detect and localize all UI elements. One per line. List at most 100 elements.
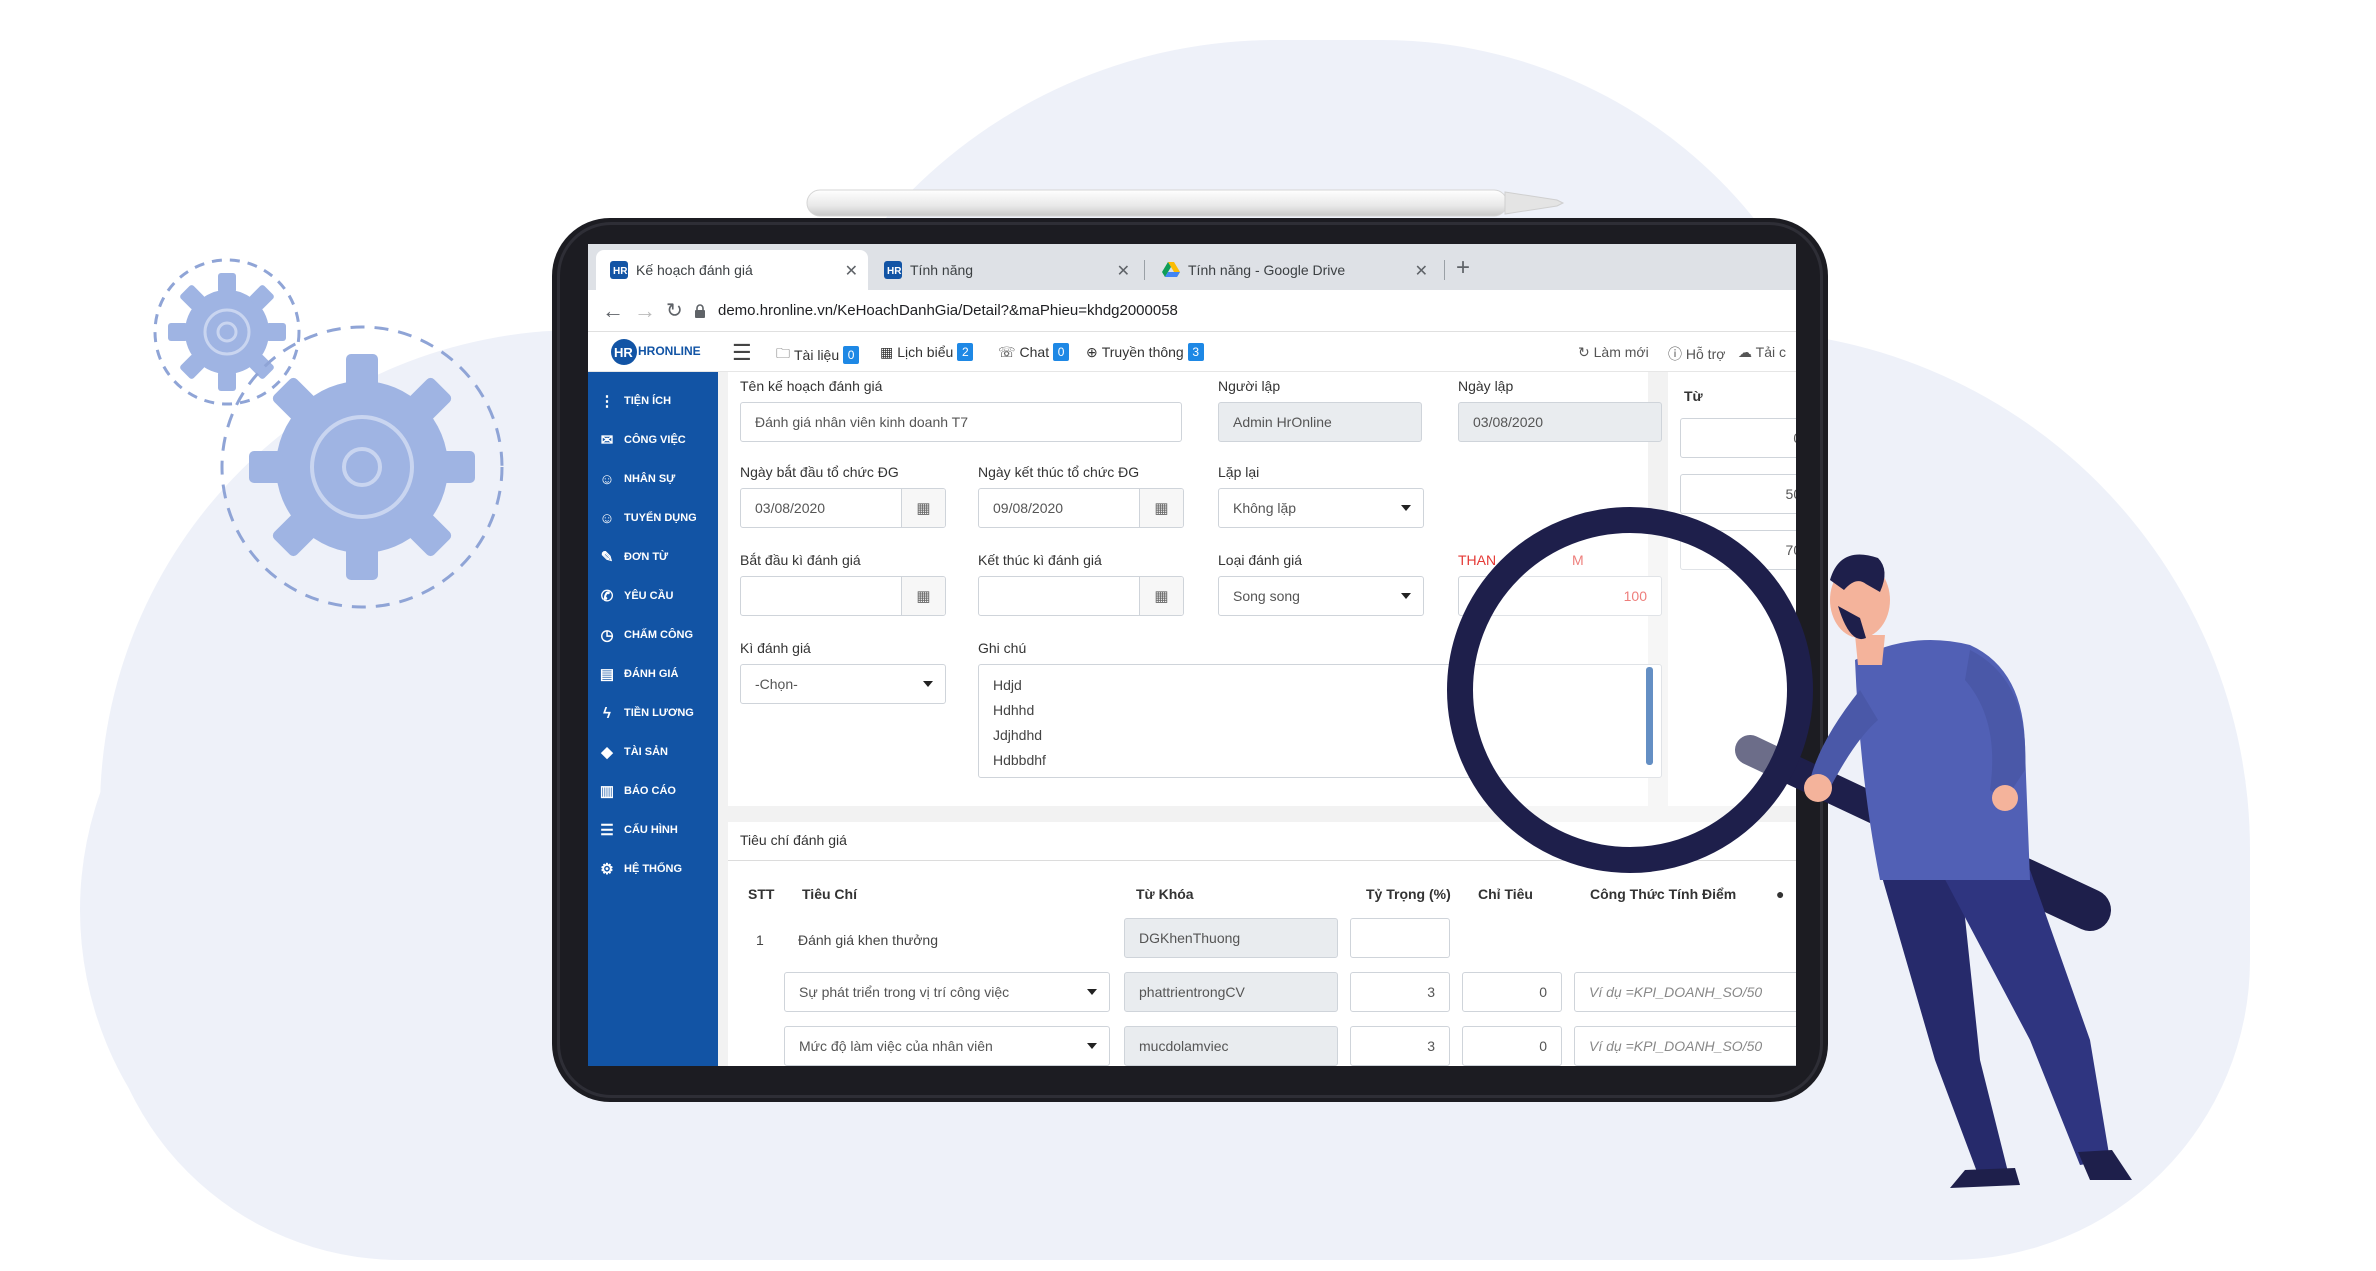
row-criterion: Đánh giá khen thưởng — [798, 932, 938, 948]
hronline-favicon-icon: HR — [884, 261, 902, 279]
calendar-icon[interactable]: ▦ — [1139, 577, 1183, 615]
sidebar-item-label: CẤU HÌNH — [624, 824, 678, 836]
hronline-logo[interactable]: HR HRONLINE — [610, 338, 702, 366]
chevron-down-icon — [1401, 593, 1411, 599]
user-icon: ☺ — [599, 470, 615, 488]
logo-text: HRONLINE — [638, 344, 701, 358]
sidebar-item-utilities[interactable]: ⋮ TIỆN ÍCH — [598, 386, 672, 416]
eval-type-select[interactable]: Song song — [1218, 576, 1424, 616]
chevron-down-icon — [1087, 989, 1097, 995]
target-input[interactable]: 0 — [1462, 972, 1562, 1012]
nav-label: Tài liệu — [794, 347, 840, 363]
end-date-input[interactable]: 09/08/2020 ▦ — [978, 488, 1184, 528]
stylus-pen — [805, 186, 1570, 220]
target-input[interactable]: 0 — [1462, 1026, 1562, 1066]
keyword-field: phattrientrongCV — [1124, 972, 1338, 1012]
refresh-label: Làm mới — [1593, 344, 1649, 360]
criterion-select[interactable]: Mức độ làm việc của nhân viên — [784, 1026, 1110, 1066]
app-header: HR HRONLINE ☰ 🗀 Tài liệu 0 ▦ Lịch biểu 2… — [588, 332, 1796, 372]
close-icon[interactable]: ✕ — [1117, 261, 1130, 281]
refresh-button[interactable]: ↻ Làm mới — [1578, 344, 1649, 361]
clock-icon: ◷ — [600, 627, 614, 644]
reload-icon[interactable]: ↻ — [666, 298, 683, 323]
start-date-input[interactable]: 03/08/2020 ▦ — [740, 488, 946, 528]
weight-input[interactable]: 3 — [1350, 1026, 1450, 1066]
period-end-input[interactable]: ▦ — [978, 576, 1184, 616]
dots-vertical-icon: ⋮ — [599, 393, 615, 410]
chevron-down-icon — [1401, 505, 1411, 511]
support-button[interactable]: ⓘ Hỗ trợ — [1668, 344, 1725, 364]
cloud-icon: ☁ — [1738, 344, 1752, 360]
close-icon[interactable]: ✕ — [1415, 261, 1428, 281]
calendar-icon[interactable]: ▦ — [901, 577, 945, 615]
keyword-field: DGKhenThuong — [1124, 918, 1338, 958]
period-end-label: Kết thúc kì đánh giá — [978, 552, 1102, 568]
weight-input[interactable]: 3 — [1350, 972, 1450, 1012]
created-date-label: Ngày lập — [1458, 378, 1514, 394]
browser-tab-active[interactable]: HR Kế hoạch đánh giá ✕ — [596, 250, 868, 290]
nav-media[interactable]: ⊕ Truyền thông 3 — [1086, 343, 1204, 361]
tab-title: Tính năng — [910, 262, 974, 278]
column-header-criterion: Tiêu Chí — [802, 886, 857, 902]
browser-tab[interactable]: Tính năng - Google Drive ✕ — [1148, 250, 1438, 290]
repeat-select[interactable]: Không lặp — [1218, 488, 1424, 528]
keyword-field: mucdolamviec — [1124, 1026, 1338, 1066]
count-badge: 3 — [1187, 343, 1204, 361]
browser-tab-bar: HR Kế hoạch đánh giá ✕ HR Tính năng ✕ Tí… — [588, 244, 1796, 290]
column-header-stt: STT — [748, 886, 775, 902]
nav-chat[interactable]: ☏ Chat 0 — [998, 343, 1070, 361]
sidebar-item-config[interactable]: ☰ CẤU HÌNH — [598, 815, 678, 845]
chart-icon: ▥ — [599, 783, 615, 800]
sidebar-item-forms[interactable]: ✎ ĐƠN TỪ — [598, 542, 668, 572]
edit-icon: ✎ — [600, 549, 614, 566]
sidebar-item-evaluation[interactable]: ▤ ĐÁNH GIÁ — [598, 659, 678, 689]
creator-label: Người lập — [1218, 378, 1281, 394]
download-button[interactable]: ☁ Tải c — [1738, 344, 1786, 361]
criterion-value: Mức độ làm việc của nhân viên — [799, 1038, 993, 1054]
sidebar-item-label: YÊU CẦU — [624, 590, 674, 602]
browser-tab[interactable]: HR Tính năng ✕ — [870, 250, 1140, 290]
sidebar-item-staff[interactable]: ☺ NHÂN SỰ — [598, 464, 675, 494]
large-gear-icon — [215, 320, 510, 615]
url-input[interactable]: demo.hronline.vn/KeHoachDanhGia/Detail?&… — [718, 302, 1178, 319]
period-select[interactable]: -Chọn- — [740, 664, 946, 704]
sidebar-item-timekeeping[interactable]: ◷ CHẤM CÔNG — [598, 620, 693, 650]
calendar-icon[interactable]: ▦ — [901, 489, 945, 527]
nav-schedule[interactable]: ▦ Lịch biểu 2 — [880, 343, 974, 361]
sidebar-item-salary[interactable]: ϟ TIỀN LƯƠNG — [598, 698, 694, 728]
download-label: Tải c — [1755, 344, 1786, 360]
forward-arrow-icon[interactable]: → — [634, 298, 656, 324]
hamburger-menu-icon[interactable]: ☰ — [732, 340, 752, 366]
plan-name-input[interactable]: Đánh giá nhân viên kinh doanh T7 — [740, 402, 1182, 442]
end-date-value: 09/08/2020 — [993, 500, 1064, 516]
sidebar-item-assets[interactable]: ◆ TÀI SẢN — [598, 737, 668, 767]
sidebar-item-label: TÀI SẢN — [624, 746, 668, 758]
info-icon: ⓘ — [1668, 346, 1682, 362]
google-drive-icon — [1162, 261, 1180, 279]
from-label: Từ — [1684, 388, 1703, 404]
range-from-input[interactable]: 0. — [1680, 418, 1796, 458]
criterion-select[interactable]: Sự phát triển trong vị trí công việc — [784, 972, 1110, 1012]
sidebar-item-reports[interactable]: ▥ BÁO CÁO — [598, 776, 676, 806]
calendar-icon[interactable]: ▦ — [1139, 489, 1183, 527]
note-label: Ghi chú — [978, 640, 1027, 656]
sidebar-item-system[interactable]: ⚙ HỆ THỐNG — [598, 854, 682, 884]
sidebar-item-work[interactable]: ✉ CÔNG VIỆC — [598, 425, 686, 455]
period-start-input[interactable]: ▦ — [740, 576, 946, 616]
repeat-label: Lặp lại — [1218, 464, 1260, 480]
new-tab-button[interactable]: + — [1456, 254, 1470, 282]
tab-separator — [1444, 260, 1445, 280]
nav-documents[interactable]: 🗀 Tài liệu 0 — [776, 343, 860, 367]
period-value: -Chọn- — [755, 676, 798, 692]
sidebar-item-requests[interactable]: ✆ YÊU CẦU — [598, 581, 674, 611]
address-bar: ← → ↻ demo.hronline.vn/KeHoachDanhGia/De… — [588, 290, 1796, 332]
close-icon[interactable]: ✕ — [845, 261, 858, 281]
weight-input[interactable] — [1350, 918, 1450, 958]
period-start-label: Bắt đầu kì đánh giá — [740, 552, 861, 568]
eval-type-value: Song song — [1233, 588, 1300, 604]
count-badge: 2 — [957, 343, 974, 361]
count-badge: 0 — [843, 346, 860, 364]
back-arrow-icon[interactable]: ← — [602, 298, 624, 324]
lock-icon — [694, 304, 706, 318]
sidebar-item-recruitment[interactable]: ☺ TUYỂN DỤNG — [598, 503, 696, 533]
